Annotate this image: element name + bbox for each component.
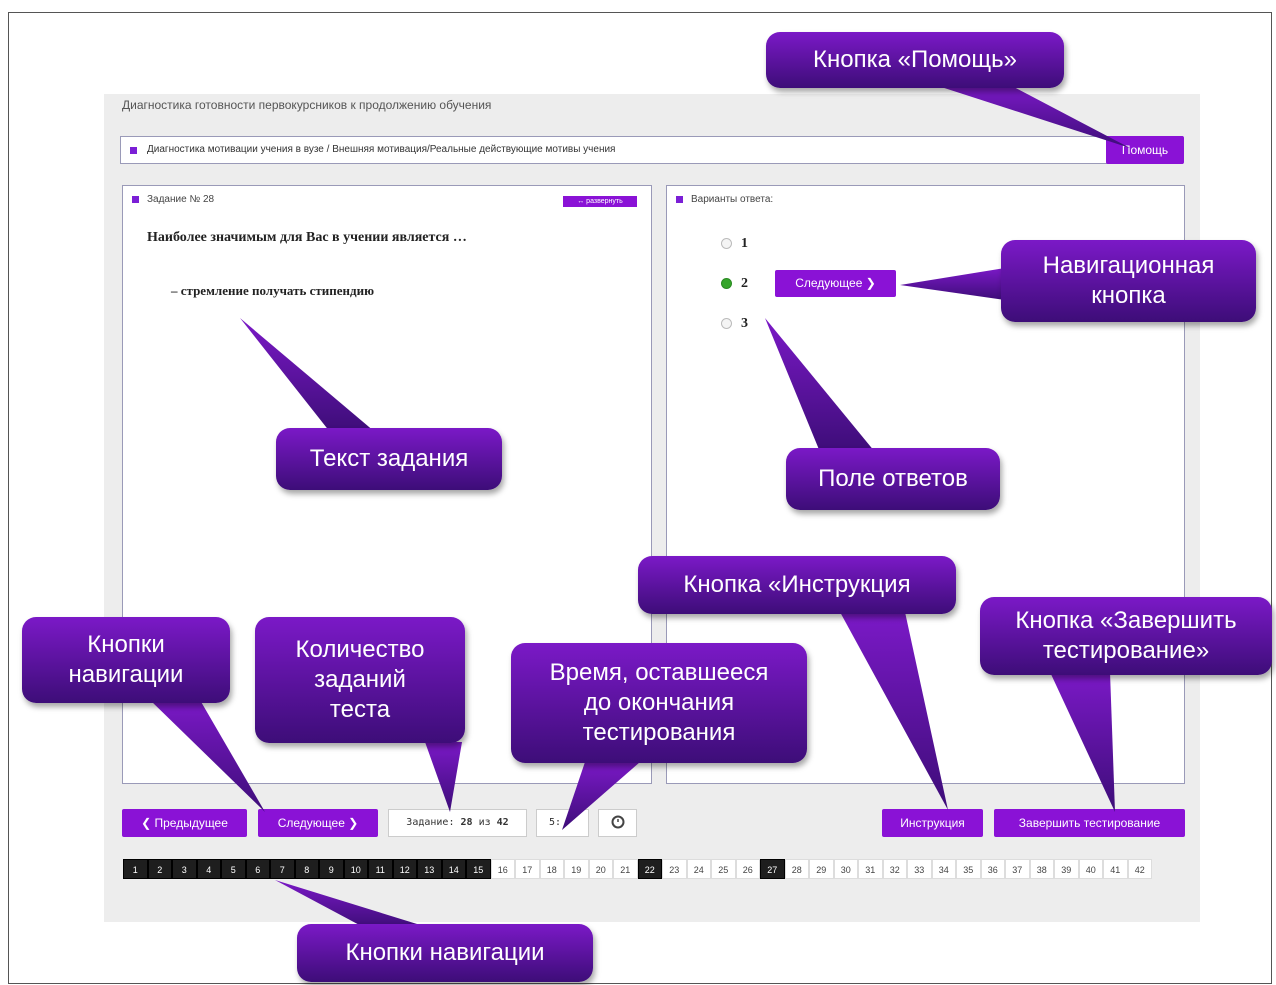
callout-task-count: Количество заданий теста xyxy=(255,617,465,743)
task-nav-cell[interactable]: 2 xyxy=(147,859,172,879)
callout-finish: Кнопка «Завершить тестирование» xyxy=(980,597,1272,675)
task-nav-cell[interactable]: 25 xyxy=(711,859,736,879)
task-nav-cell[interactable]: 1 xyxy=(123,859,148,879)
task-nav-cell[interactable]: 39 xyxy=(1054,859,1079,879)
question-text: Наиболее значимым для Вас в учении являе… xyxy=(147,230,467,245)
task-nav-cell[interactable]: 17 xyxy=(515,859,540,879)
callout-instruction: Кнопка «Инструкция xyxy=(638,556,956,614)
task-nav-cell[interactable]: 42 xyxy=(1127,859,1152,879)
option-label: 2 xyxy=(741,276,748,291)
task-counter-prefix: Задание: xyxy=(406,817,455,828)
task-of: из xyxy=(478,817,491,828)
bullet-square-icon xyxy=(130,147,137,154)
breadcrumb: Диагностика мотивации учения в вузе / Вн… xyxy=(120,136,1183,164)
expand-button[interactable]: ↔ развернуть xyxy=(563,196,637,207)
task-nav-cell[interactable]: 22 xyxy=(637,859,662,879)
callout-nav-button: Навигационная кнопка xyxy=(1001,240,1256,322)
help-button[interactable]: Помощь xyxy=(1106,136,1184,164)
task-nav-cell[interactable]: 32 xyxy=(882,859,907,879)
task-nav-cell[interactable]: 12 xyxy=(392,859,417,879)
task-nav-cell[interactable]: 27 xyxy=(760,859,785,879)
callout-answers-field: Поле ответов xyxy=(786,448,1000,510)
task-nav-cell[interactable]: 29 xyxy=(809,859,834,879)
callout-task-text: Текст задания xyxy=(276,428,502,490)
task-nav-cell[interactable]: 37 xyxy=(1005,859,1030,879)
instruction-button[interactable]: Инструкция xyxy=(882,809,983,837)
task-nav-cell[interactable]: 40 xyxy=(1078,859,1103,879)
finish-test-button[interactable]: Завершить тестирование xyxy=(994,809,1185,837)
answer-options-label: Варианты ответа: xyxy=(691,194,774,205)
task-nav-cell[interactable]: 41 xyxy=(1103,859,1128,879)
task-nav-cell[interactable]: 18 xyxy=(539,859,564,879)
task-nav-cell[interactable]: 6 xyxy=(245,859,270,879)
page-title: Диагностика готовности первокурсников к … xyxy=(122,98,492,112)
radio-button[interactable] xyxy=(721,318,732,329)
task-nav-cell[interactable]: 3 xyxy=(172,859,197,879)
task-nav-cell[interactable]: 8 xyxy=(294,859,319,879)
bullet-square-icon xyxy=(132,196,139,203)
task-nav-cell[interactable]: 34 xyxy=(931,859,956,879)
task-nav-cell[interactable]: 31 xyxy=(858,859,883,879)
task-nav-cell[interactable]: 4 xyxy=(196,859,221,879)
next-button[interactable]: Следующее ❯ xyxy=(258,809,378,837)
task-nav-cell[interactable]: 21 xyxy=(613,859,638,879)
callout-help: Кнопка «Помощь» xyxy=(766,32,1064,88)
task-nav-cell[interactable]: 15 xyxy=(466,859,491,879)
option-label: 1 xyxy=(741,236,748,251)
clock-icon xyxy=(611,815,624,829)
callout-nav-buttons: Кнопки навигации xyxy=(22,617,230,703)
option-label: 3 xyxy=(741,316,748,331)
task-nav-cell[interactable]: 9 xyxy=(319,859,344,879)
bullet-square-icon xyxy=(676,196,683,203)
callout-nav-buttons-bottom: Кнопки навигации xyxy=(297,924,593,982)
task-nav-cell[interactable]: 35 xyxy=(956,859,981,879)
answer-next-button[interactable]: Следующее ❯ xyxy=(775,270,896,297)
test-app: Диагностика готовности первокурсников к … xyxy=(104,94,1200,922)
task-nav-cell[interactable]: 28 xyxy=(784,859,809,879)
task-number-label: Задание № 28 xyxy=(147,194,215,205)
task-navigation-bar: 1 2 3 4 5 6 7 8 9 10 11 12 13 14 15 16 17 18 19 20 21 22 23 24 2… xyxy=(123,859,1152,879)
task-nav-cell[interactable]: 10 xyxy=(343,859,368,879)
task-nav-cell[interactable]: 19 xyxy=(564,859,589,879)
radio-button[interactable] xyxy=(721,238,732,249)
task-nav-cell[interactable]: 13 xyxy=(417,859,442,879)
question-item: – стремление получать стипендию xyxy=(171,283,374,298)
task-nav-cell[interactable]: 24 xyxy=(686,859,711,879)
task-nav-cell[interactable]: 14 xyxy=(441,859,466,879)
task-nav-cell[interactable]: 16 xyxy=(490,859,515,879)
previous-button[interactable]: ❮ Предыдущее xyxy=(122,809,247,837)
task-nav-cell[interactable]: 30 xyxy=(833,859,858,879)
task-nav-cell[interactable]: 36 xyxy=(980,859,1005,879)
task-nav-cell[interactable]: 7 xyxy=(270,859,295,879)
task-total: 42 xyxy=(496,817,509,828)
task-current: 28 xyxy=(460,817,473,828)
callout-time-left: Время, оставшееся до окончания тестирова… xyxy=(511,643,807,763)
timer-display: 5: xyxy=(536,809,589,837)
task-nav-cell[interactable]: 33 xyxy=(907,859,932,879)
task-nav-cell[interactable]: 5 xyxy=(221,859,246,879)
task-counter: Задание: 28 из 42 xyxy=(388,809,527,837)
task-nav-cell[interactable]: 23 xyxy=(662,859,687,879)
task-nav-cell[interactable]: 11 xyxy=(368,859,393,879)
task-nav-cell[interactable]: 26 xyxy=(735,859,760,879)
radio-button-selected[interactable] xyxy=(721,278,732,289)
breadcrumb-text: Диагностика мотивации учения в вузе / Вн… xyxy=(147,144,616,155)
task-nav-cell[interactable]: 38 xyxy=(1029,859,1054,879)
timer-toggle-button[interactable] xyxy=(598,809,637,837)
task-nav-cell[interactable]: 20 xyxy=(588,859,613,879)
